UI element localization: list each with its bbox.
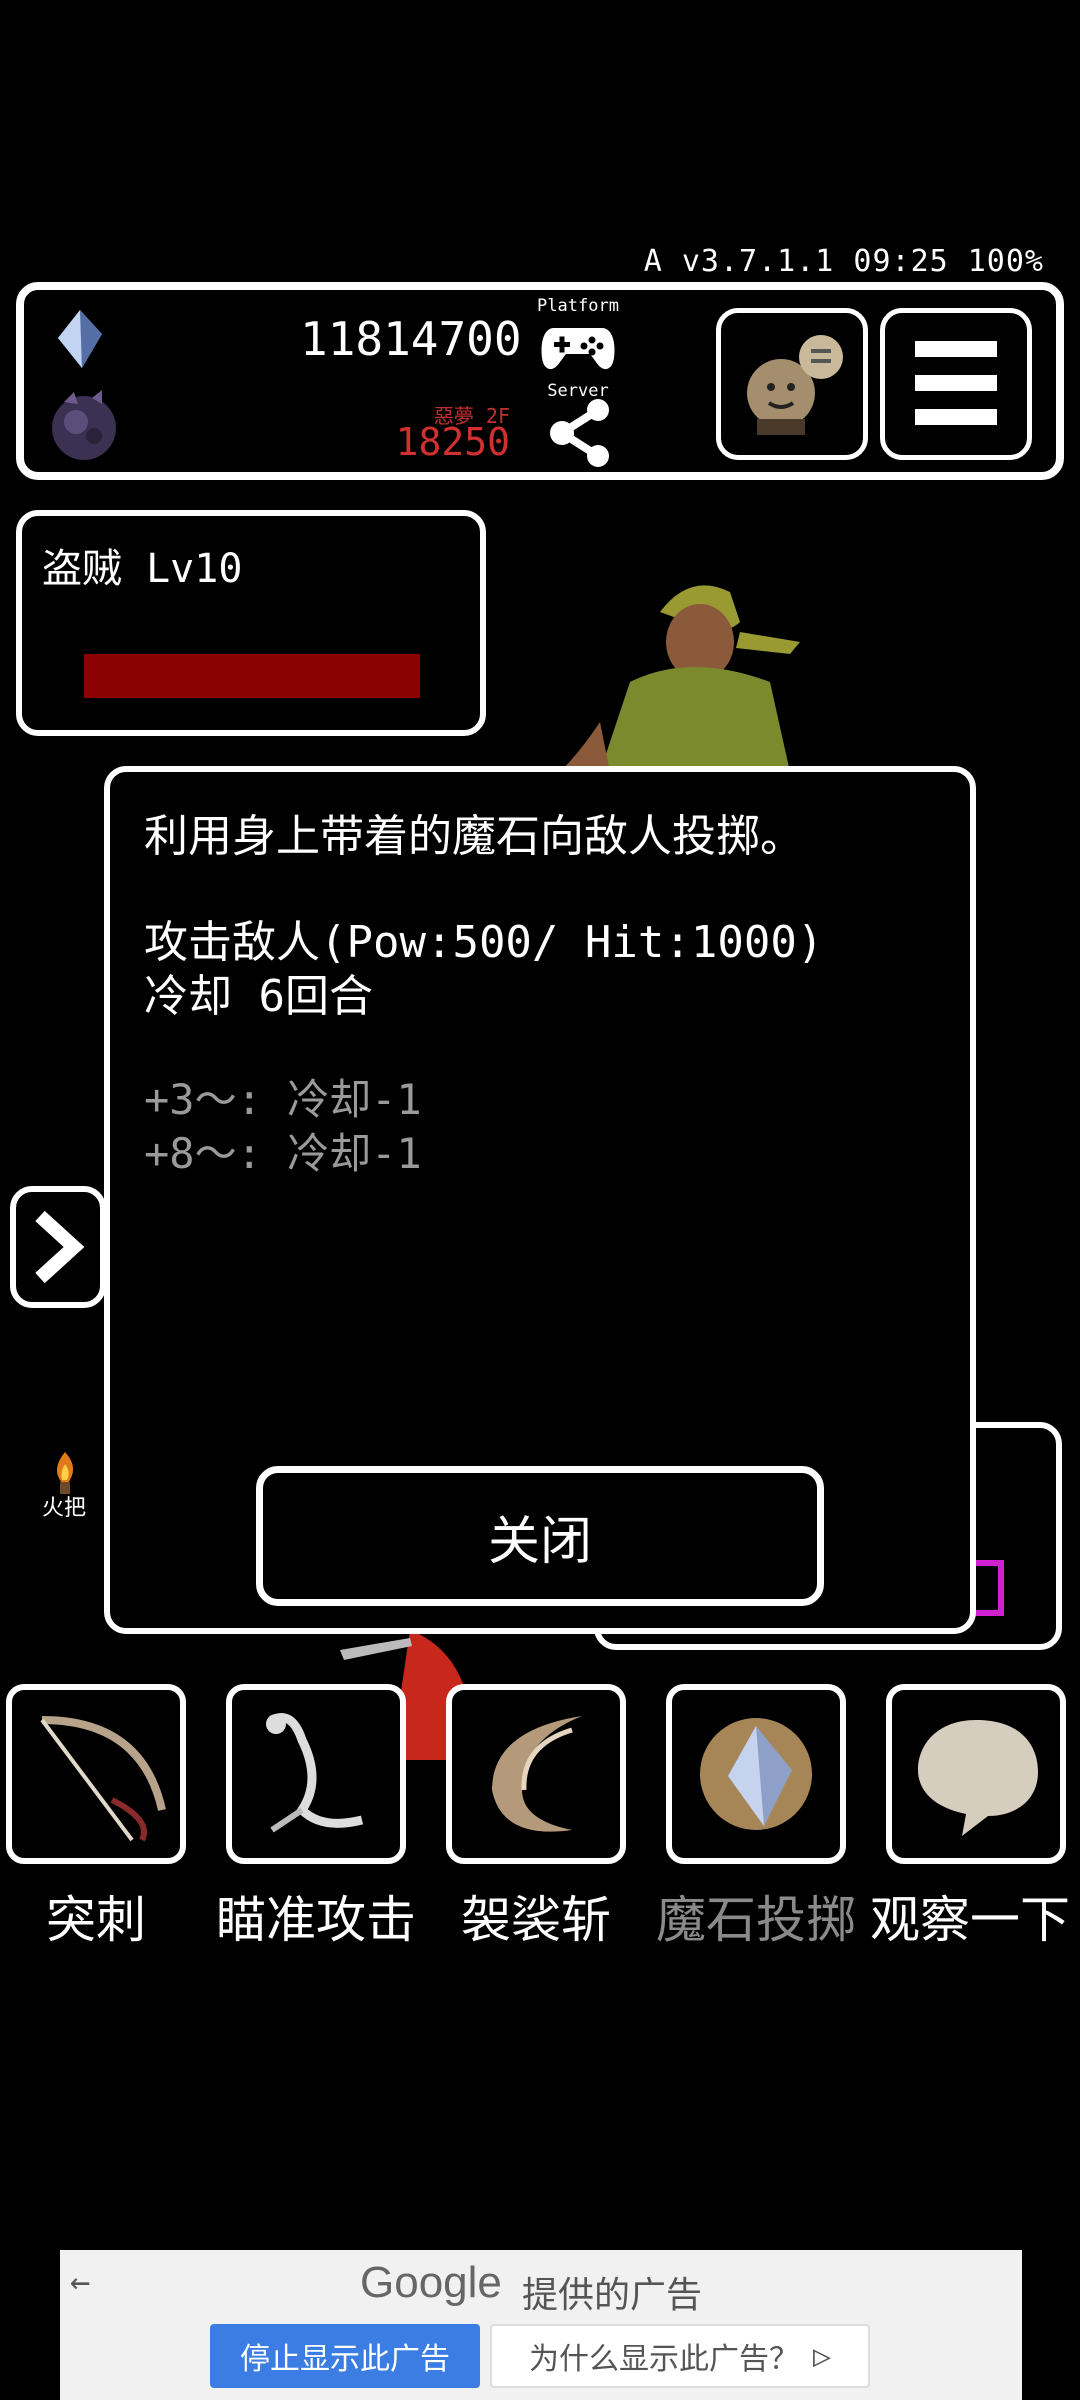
skill-description: 利用身上带着的魔石向敌人投掷。 [144, 811, 804, 862]
chat-button[interactable] [716, 308, 868, 460]
ad-provided-by: 提供的广告 [522, 2275, 703, 2316]
close-button[interactable]: 关闭 [256, 1466, 824, 1606]
gold-amount: 11814700 [300, 312, 522, 366]
points-value: 18250 [395, 420, 510, 464]
skill-button-aim[interactable] [226, 1684, 406, 1864]
skill-button-magic-stone[interactable] [666, 1684, 846, 1864]
why-ad-label: 为什么显示此广告？ [528, 2342, 799, 2377]
share-icon[interactable] [548, 398, 614, 468]
upgrade-bonus-1: +3～: 冷却-1 [144, 1075, 422, 1124]
chat-face-icon [747, 335, 843, 435]
skill-button-observe[interactable] [886, 1684, 1066, 1864]
slash-icon [492, 1716, 582, 1832]
scorpion-icon [266, 1713, 364, 1833]
skill-label-slash: 袈裟斩 [461, 1891, 611, 1949]
skill-cooldown: 冷却 6回合 [144, 971, 373, 1022]
enemy-hp-bar [84, 654, 420, 698]
adchoices-icon: ▷ [812, 2338, 832, 2374]
menu-button[interactable] [880, 308, 1032, 460]
skill-label-observe: 观察一下 [870, 1891, 1070, 1949]
google-logo-text: Google [360, 2258, 502, 2307]
enemy-name: 盗贼 Lv10 [42, 546, 243, 592]
skill-label-magic-stone: 魔石投掷 [656, 1891, 856, 1949]
back-arrow-icon[interactable]: ← [70, 2262, 90, 2302]
torch-icon[interactable] [40, 1448, 90, 1494]
skill-label-thrust: 突刺 [46, 1891, 146, 1949]
upgrade-bonus-2: +8～: 冷却-1 [144, 1129, 422, 1178]
speech-bubble-icon [918, 1720, 1038, 1836]
why-ad-button[interactable]: 为什么显示此广告？ ▷ [490, 2324, 870, 2388]
gamepad-icon[interactable] [540, 318, 616, 376]
skill-button-thrust[interactable] [6, 1684, 186, 1864]
skill-button-slash[interactable] [446, 1684, 626, 1864]
bow-icon [40, 1716, 166, 1842]
expand-side-button[interactable] [10, 1186, 106, 1308]
skill-label-aim: 瞄准攻击 [216, 1891, 416, 1949]
platform-label: Platform [537, 296, 619, 316]
stop-ad-button[interactable]: 停止显示此广告 [210, 2324, 480, 2388]
chevron-right-icon [35, 1210, 85, 1284]
magic-stone-icon [700, 1718, 812, 1830]
torch-label: 火把 [42, 1496, 87, 1521]
thief-sprite [560, 585, 800, 772]
crystal-icon [58, 310, 102, 368]
dark-orb-icon [52, 390, 116, 460]
status-line: A v3.7.1.1 09:25 100% [643, 244, 1044, 279]
